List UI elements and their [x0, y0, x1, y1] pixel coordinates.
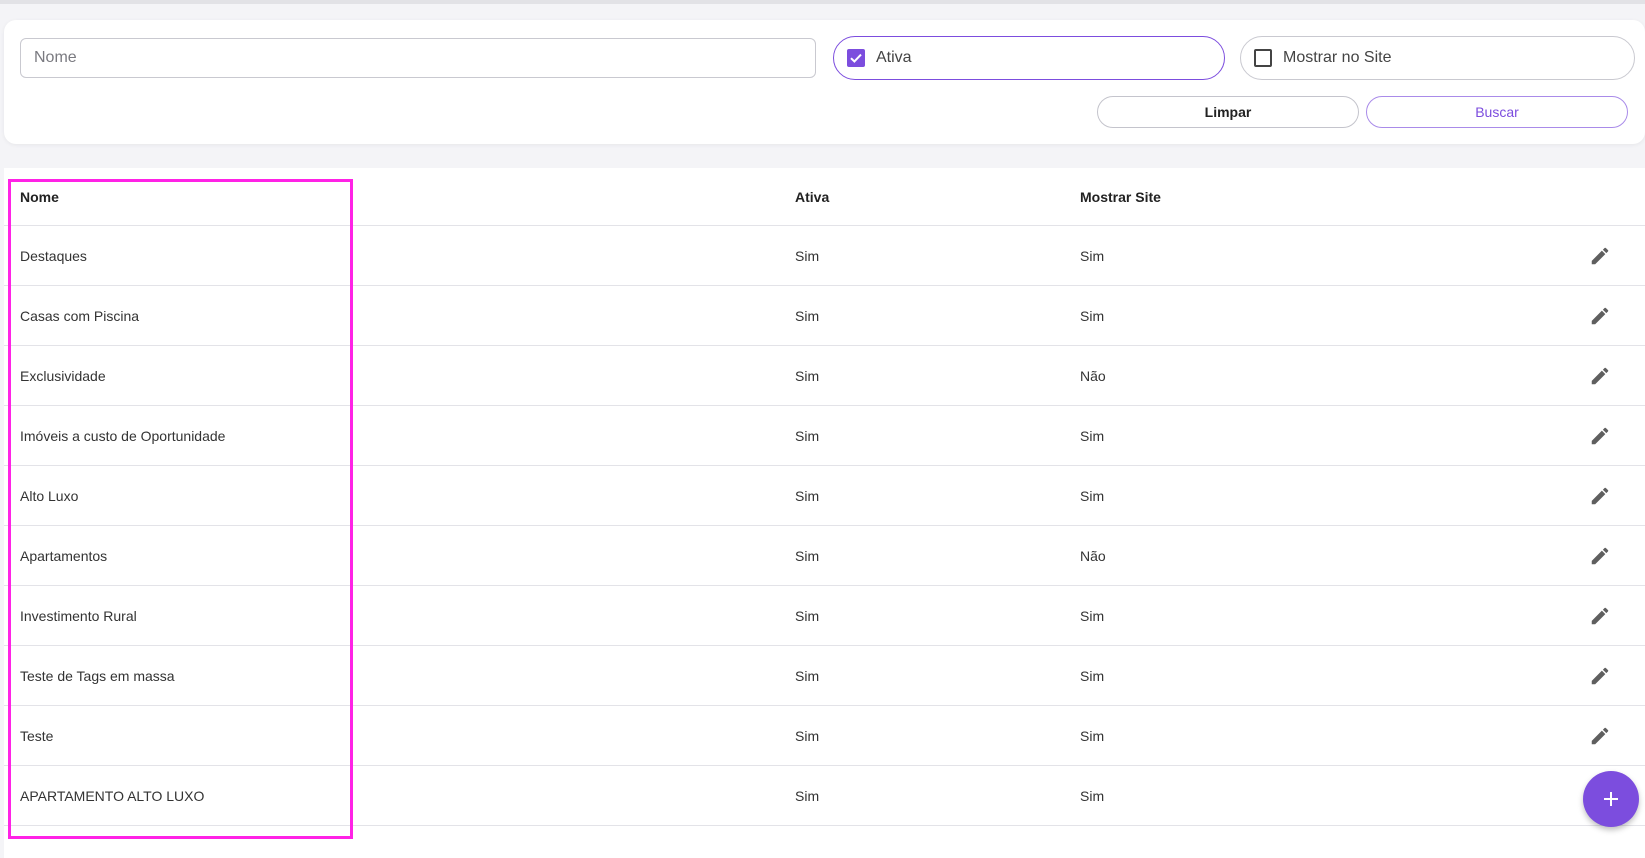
table-row: Teste Sim Sim [4, 706, 1645, 766]
edit-button[interactable] [1589, 226, 1611, 285]
cell-mostrar-site: Sim [1080, 607, 1105, 624]
cell-mostrar-site: Não [1080, 547, 1106, 564]
cell-mostrar-site: Sim [1080, 487, 1105, 504]
cell-nome: Teste de Tags em massa [20, 667, 175, 684]
cell-ativa: Sim [795, 247, 820, 264]
pencil-icon [1591, 307, 1609, 324]
cell-nome: Investimento Rural [20, 607, 137, 624]
table-row: Casas com Piscina Sim Sim [4, 286, 1645, 346]
mostrar-site-filter-label: Mostrar no Site [1283, 49, 1392, 66]
pencil-icon [1591, 247, 1609, 264]
cell-nome: Alto Luxo [20, 487, 79, 504]
pencil-icon [1591, 607, 1609, 624]
pencil-icon [1591, 667, 1609, 684]
mostrar-site-filter-toggle[interactable]: Mostrar no Site [1240, 36, 1635, 80]
cell-ativa: Sim [795, 667, 820, 684]
pencil-icon [1591, 427, 1609, 444]
table-row: Exclusividade Sim Não [4, 346, 1645, 406]
edit-button[interactable] [1589, 526, 1611, 585]
ativa-checkbox[interactable] [847, 49, 865, 67]
header-mostrar-site[interactable]: Mostrar Site [1080, 168, 1161, 225]
tags-table: Nome Ativa Mostrar Site Destaques Sim Sim C… [4, 168, 1645, 858]
edit-button[interactable] [1589, 586, 1611, 645]
edit-button[interactable] [1589, 646, 1611, 705]
table-row: APARTAMENTO ALTO LUXO Sim Sim [4, 766, 1645, 826]
header-ativa[interactable]: Ativa [795, 168, 829, 225]
edit-button[interactable] [1589, 706, 1611, 765]
search-button[interactable]: Buscar [1366, 96, 1628, 128]
pencil-icon [1591, 547, 1609, 564]
name-filter-input[interactable] [20, 38, 816, 78]
table-row: Alto Luxo Sim Sim [4, 466, 1645, 526]
cell-nome: Apartamentos [20, 547, 108, 564]
cell-nome: Teste [20, 727, 54, 744]
plus-icon [1604, 792, 1618, 806]
cell-ativa: Sim [795, 487, 820, 504]
clear-button[interactable]: Limpar [1097, 96, 1359, 128]
cell-mostrar-site: Sim [1080, 247, 1105, 264]
cell-nome: Casas com Piscina [20, 307, 140, 324]
table-row: Teste de Tags em massa Sim Sim [4, 646, 1645, 706]
add-button[interactable] [1583, 771, 1639, 827]
cell-ativa: Sim [795, 547, 820, 564]
cell-ativa: Sim [795, 367, 820, 384]
cell-mostrar-site: Sim [1080, 307, 1105, 324]
cell-nome: Exclusividade [20, 367, 106, 384]
filter-panel: Ativa Mostrar no Site Limpar Buscar [4, 20, 1645, 144]
mostrar-site-checkbox[interactable] [1254, 49, 1272, 67]
cell-mostrar-site: Sim [1080, 427, 1105, 444]
pencil-icon [1591, 487, 1609, 504]
header-nome[interactable]: Nome [20, 168, 59, 225]
pencil-icon [1591, 727, 1609, 744]
table-row: Investimento Rural Sim Sim [4, 586, 1645, 646]
cell-nome: Destaques [20, 247, 87, 264]
edit-button[interactable] [1589, 406, 1611, 465]
ativa-filter-label: Ativa [876, 49, 912, 66]
cell-mostrar-site: Sim [1080, 787, 1105, 804]
pencil-icon [1591, 367, 1609, 384]
table-header: Nome Ativa Mostrar Site [4, 168, 1645, 226]
cell-ativa: Sim [795, 427, 820, 444]
check-icon [850, 53, 862, 63]
cell-ativa: Sim [795, 307, 820, 324]
cell-nome: APARTAMENTO ALTO LUXO [20, 787, 205, 804]
edit-button[interactable] [1589, 286, 1611, 345]
edit-button[interactable] [1589, 466, 1611, 525]
table-row: Apartamentos Sim Não [4, 526, 1645, 586]
edit-button[interactable] [1589, 346, 1611, 405]
cell-ativa: Sim [795, 787, 820, 804]
cell-mostrar-site: Sim [1080, 667, 1105, 684]
table-row: Destaques Sim Sim [4, 226, 1645, 286]
table-row: Imóveis a custo de Oportunidade Sim Sim [4, 406, 1645, 466]
cell-ativa: Sim [795, 607, 820, 624]
cell-nome: Imóveis a custo de Oportunidade [20, 427, 226, 444]
cell-mostrar-site: Não [1080, 367, 1106, 384]
cell-mostrar-site: Sim [1080, 727, 1105, 744]
ativa-filter-toggle[interactable]: Ativa [833, 36, 1225, 80]
top-bar [0, 0, 1645, 4]
cell-ativa: Sim [795, 727, 820, 744]
